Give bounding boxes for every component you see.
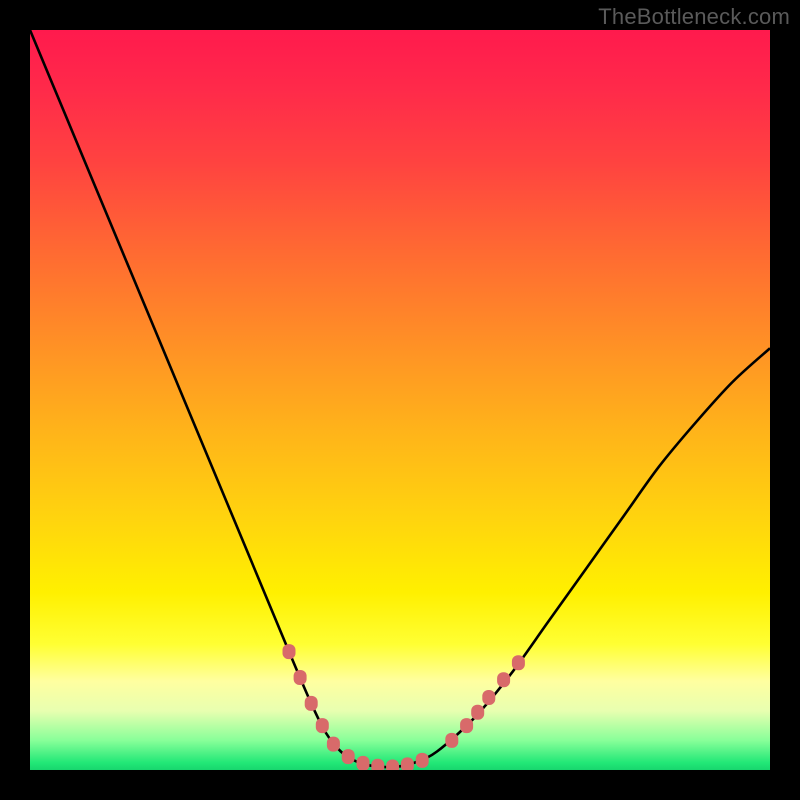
curve-marker [512,655,525,670]
curve-marker [401,757,414,770]
curve-marker [460,718,473,733]
plot-area [30,30,770,770]
chart-frame: TheBottleneck.com [0,0,800,800]
curve-marker [386,760,399,770]
curve-marker [294,670,307,685]
curve-marker [445,733,458,748]
curve-marker [371,759,384,770]
curve-marker [316,718,329,733]
curve-marker [283,644,296,659]
curve-marker [305,696,318,711]
curve-marker [327,737,340,752]
curve-marker [357,756,370,770]
bottleneck-curve [30,30,770,767]
curve-marker [497,672,510,687]
curve-layer [30,30,770,770]
curve-marker [342,749,355,764]
curve-marker [416,753,429,768]
curve-marker [482,690,495,705]
curve-marker [471,705,484,720]
attribution-text: TheBottleneck.com [598,4,790,30]
